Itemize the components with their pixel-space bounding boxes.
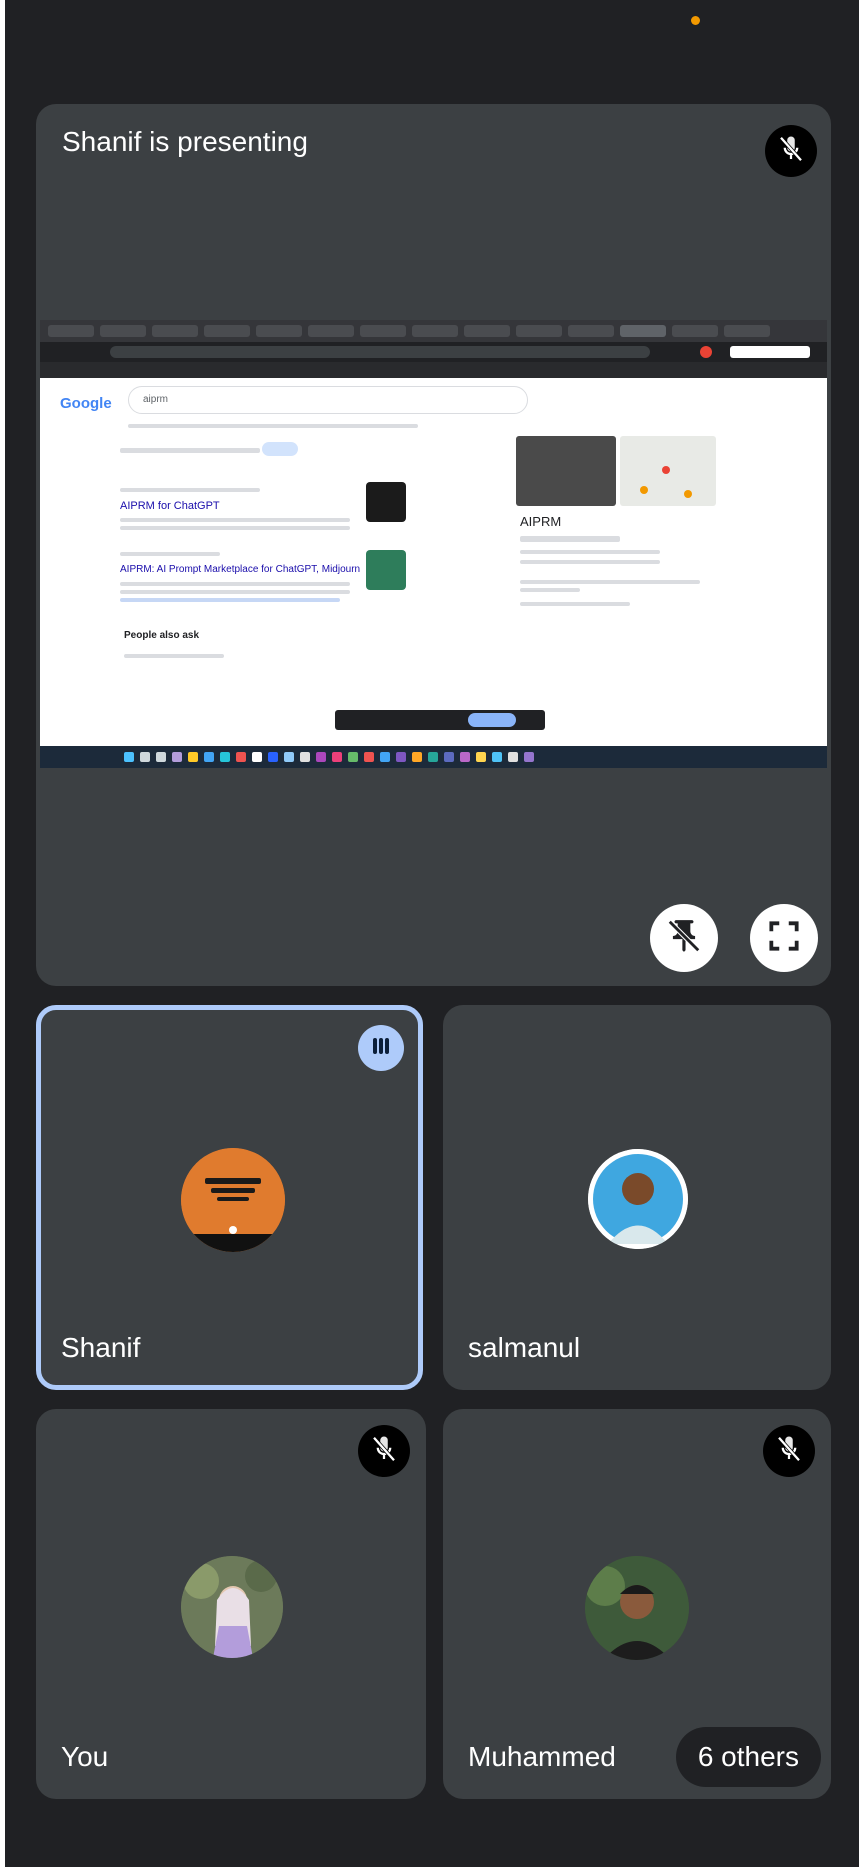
- google-logo: Google: [60, 395, 112, 412]
- result-1-snippet: [120, 518, 350, 522]
- presentation-title: Shanif is presenting: [62, 126, 308, 157]
- camera-indicator-dot: [691, 16, 700, 25]
- related-prompt: [120, 448, 260, 453]
- participant-name: You: [61, 1741, 109, 1772]
- google-search-box: aiprm: [128, 386, 528, 414]
- mic-off-indicator: [763, 1425, 815, 1477]
- result-2-link: AIPRM: AI Prompt Marketplace for ChatGPT…: [120, 564, 360, 575]
- people-also-ask-item: [124, 654, 224, 658]
- knowledge-panel-hours: [520, 602, 630, 606]
- mic-off-icon: [774, 1434, 804, 1469]
- avatar: [588, 1149, 688, 1249]
- participant-tile-muhammed[interactable]: Muhammed 6 others: [443, 1409, 831, 1799]
- mic-off-indicator: [358, 1425, 410, 1477]
- participant-tile-you[interactable]: You: [36, 1409, 426, 1799]
- browser-address-bar: [40, 342, 827, 362]
- browser-tab-bar: [40, 320, 827, 342]
- unpin-button[interactable]: [650, 904, 718, 972]
- avatar: [585, 1556, 689, 1660]
- mic-off-icon: [776, 134, 806, 169]
- avatar: [181, 1148, 285, 1252]
- result-1-link: AIPRM for ChatGPT: [120, 500, 220, 512]
- presenter-mic-off-icon: [765, 125, 817, 177]
- result-2-source: [120, 552, 220, 556]
- fullscreen-button[interactable]: [750, 904, 818, 972]
- result-1-snippet-2: [120, 526, 350, 530]
- bookmarks-bar: [40, 362, 827, 378]
- participant-name: Muhammed: [468, 1741, 616, 1772]
- knowledge-panel-title: AIPRM: [520, 514, 562, 529]
- knowledge-panel-address-2: [520, 588, 580, 592]
- knowledge-panel-type: [520, 560, 660, 564]
- knowledge-panel: AIPRM: [516, 436, 756, 651]
- presentation-tile[interactable]: Shanif is presenting Google aiprm AIPRM …: [36, 104, 831, 986]
- shared-screen: Google aiprm AIPRM for ChatGPT AIPRM: AI…: [40, 320, 827, 768]
- screen-share-notice: [335, 710, 545, 730]
- knowledge-panel-buttons: [520, 536, 620, 542]
- search-tabs-row: [128, 424, 418, 428]
- unpin-icon: [665, 917, 703, 960]
- result-1-source: [120, 488, 260, 492]
- knowledge-panel-address: [520, 580, 700, 584]
- frame-edge-right: [859, 0, 865, 1867]
- result-2-thumbnail: [366, 550, 406, 590]
- knowledge-panel-rating: [520, 550, 660, 554]
- result-1-thumbnail: [366, 482, 406, 522]
- fullscreen-icon: [765, 917, 803, 960]
- result-2-snippet: [120, 582, 350, 586]
- audio-levels-icon: [369, 1034, 393, 1063]
- participant-name: Shanif: [61, 1332, 141, 1363]
- participant-tile-shanif[interactable]: Shanif: [36, 1005, 423, 1390]
- mic-off-icon: [369, 1434, 399, 1469]
- frame-edge-left: [0, 0, 5, 1867]
- others-button[interactable]: 6 others: [675, 1727, 821, 1787]
- participant-tile-salmanul[interactable]: salmanul: [443, 1005, 831, 1390]
- windows-taskbar: [40, 746, 827, 768]
- avatar: [181, 1556, 283, 1658]
- result-2-sitelinks: [120, 598, 340, 602]
- speaking-indicator: [358, 1025, 404, 1071]
- result-2-snippet-2: [120, 590, 350, 594]
- people-also-ask: People also ask: [124, 630, 200, 641]
- participant-name: salmanul: [468, 1332, 581, 1363]
